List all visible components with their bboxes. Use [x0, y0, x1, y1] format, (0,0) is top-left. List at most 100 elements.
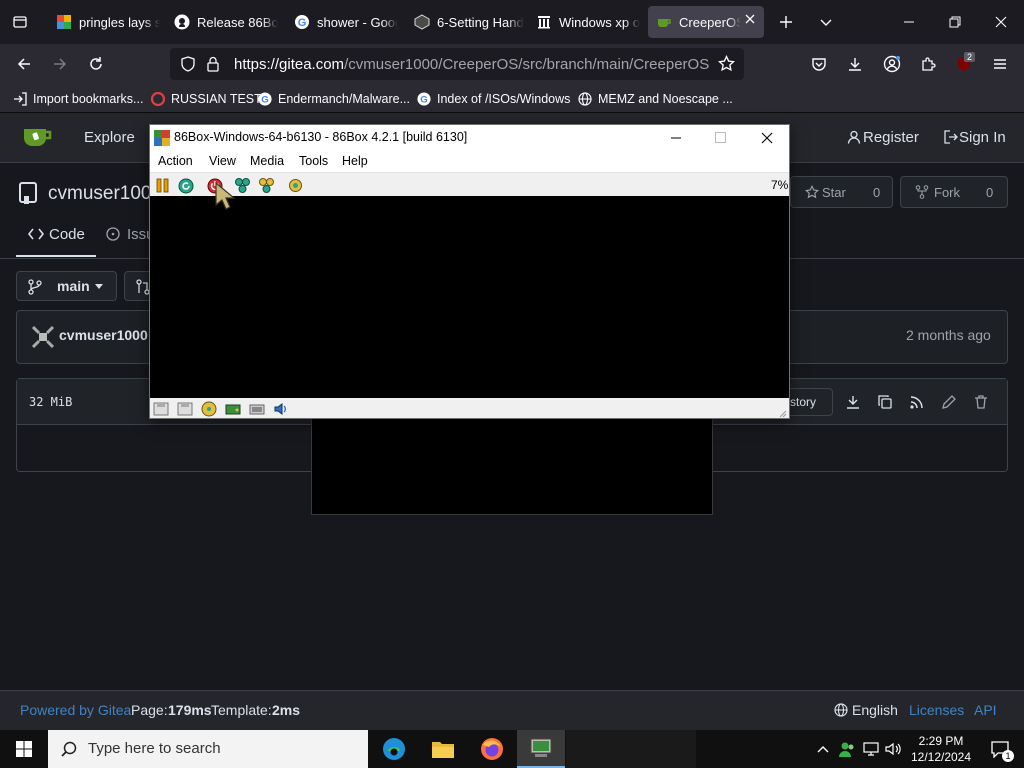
register-link[interactable]: Register — [863, 129, 919, 146]
show-hidden-icons-button[interactable] — [812, 730, 834, 768]
licenses-link[interactable]: Licenses — [909, 702, 964, 718]
taskbar-file-explorer[interactable] — [419, 730, 467, 768]
volume-tray-button[interactable] — [883, 730, 905, 768]
menu-view[interactable]: View — [209, 154, 236, 168]
sound-icon[interactable] — [272, 400, 289, 417]
api-link[interactable]: API — [974, 702, 997, 718]
network-icon[interactable] — [248, 400, 265, 417]
branch-name: main — [57, 278, 90, 294]
emulator-screen[interactable] — [150, 196, 789, 398]
network-tray-button[interactable] — [860, 730, 882, 768]
taskbar-search[interactable]: Type here to search — [48, 730, 368, 768]
clock[interactable]: 2:29 PM 12/12/2024 — [906, 730, 976, 768]
floppy-drive-2-icon[interactable] — [176, 400, 193, 417]
bookmark-endermanch[interactable]: G Endermanch/Malware... — [257, 90, 410, 108]
plus-icon — [780, 16, 792, 28]
cdrom-icon[interactable] — [200, 400, 217, 417]
menu-action[interactable]: Action — [158, 154, 193, 168]
taskbar-86box[interactable] — [517, 730, 565, 768]
close-window-button[interactable] — [978, 0, 1024, 44]
account-icon — [883, 55, 901, 73]
minimize-button[interactable] — [886, 0, 932, 44]
taskbar-firefox[interactable] — [468, 730, 516, 768]
arrow-right-icon — [54, 58, 67, 70]
close-icon[interactable] — [761, 132, 773, 144]
gitea-footer: Powered by Gitea Page: 179ms Template: 2… — [0, 690, 1024, 730]
ctrl-alt-esc-icon[interactable] — [258, 177, 275, 194]
restore-button[interactable] — [932, 0, 978, 44]
action-center-button[interactable]: 1 — [978, 730, 1022, 768]
puzzle-icon — [922, 57, 936, 71]
rss-icon[interactable] — [909, 394, 925, 410]
extensions-button[interactable] — [912, 48, 944, 80]
menu-tools[interactable]: Tools — [299, 154, 328, 168]
menu-media[interactable]: Media — [250, 154, 284, 168]
86box-window: 86Box-Windows-64-b6130 - 86Box 4.2.1 [bu… — [149, 124, 790, 419]
app-menu-button[interactable] — [984, 48, 1016, 80]
downloads-button[interactable] — [839, 48, 871, 80]
new-tab-button[interactable] — [770, 6, 802, 38]
tab-pringles[interactable]: pringles lays st — [48, 6, 160, 38]
close-tab-icon[interactable] — [744, 13, 756, 25]
lock-icon[interactable] — [206, 56, 220, 72]
trash-icon[interactable] — [973, 394, 989, 410]
tab-creeperos[interactable]: CreeperOS/ — [648, 6, 764, 38]
tray-user-icon-button[interactable] — [836, 730, 858, 768]
copy-icon[interactable] — [877, 394, 893, 410]
edit-pencil-icon[interactable] — [941, 394, 957, 410]
restore-icon — [949, 16, 961, 28]
branch-selector[interactable]: main — [16, 271, 117, 301]
language-selector[interactable]: English — [852, 702, 898, 718]
maximize-icon[interactable] — [715, 132, 726, 143]
tab-list-button[interactable] — [4, 6, 36, 38]
shield-icon[interactable] — [180, 56, 196, 72]
floppy-drive-icon[interactable] — [152, 400, 169, 417]
explore-link[interactable]: Explore — [84, 129, 135, 146]
86box-titlebar[interactable]: 86Box-Windows-64-b6130 - 86Box 4.2.1 [bu… — [150, 125, 789, 151]
sign-in-link[interactable]: Sign In — [959, 129, 1006, 146]
github-icon — [174, 14, 190, 30]
tab-title: Release 86Box — [197, 14, 278, 30]
bookmark-star-icon[interactable] — [718, 55, 735, 72]
menu-help[interactable]: Help — [342, 154, 368, 168]
star-button[interactable]: Star 0 — [790, 176, 893, 208]
minimize-icon — [904, 21, 914, 23]
url-text[interactable]: https://gitea.com/cvmuser1000/CreeperOS/… — [234, 56, 710, 73]
url-bar[interactable]: https://gitea.com/cvmuser1000/CreeperOS/… — [170, 48, 744, 80]
tab-windows-xp[interactable]: Windows xp o — [528, 6, 640, 38]
gitea-logo[interactable] — [22, 125, 54, 149]
commit-author[interactable]: cvmuser1000 — [59, 327, 148, 343]
start-button[interactable] — [0, 730, 48, 768]
pause-icon[interactable] — [154, 177, 171, 194]
bookmark-label: RUSSIAN TEST — [171, 92, 262, 106]
svg-text:G: G — [420, 95, 427, 106]
notification-count: 1 — [1002, 750, 1014, 762]
reload-button[interactable] — [80, 48, 112, 80]
settings-icon[interactable] — [287, 177, 304, 194]
bookmark-index-isos[interactable]: G Index of /ISOs/Windows — [416, 90, 570, 108]
resize-grip-icon[interactable] — [777, 408, 787, 418]
tab-shower-google[interactable]: G shower - Goog — [286, 6, 398, 38]
account-button[interactable] — [876, 48, 908, 80]
tab-code[interactable]: Code — [49, 226, 85, 243]
hard-disk-icon[interactable] — [224, 400, 241, 417]
tab-setting-hand[interactable]: 6-Setting Hand — [406, 6, 524, 38]
download-icon[interactable] — [845, 394, 861, 410]
list-all-tabs-button[interactable] — [810, 6, 842, 38]
taskbar-edge[interactable] — [370, 730, 418, 768]
ublock-button[interactable]: 2 — [948, 48, 980, 80]
repo-owner[interactable]: cvmuser1000 — [48, 183, 162, 205]
back-button[interactable] — [8, 48, 40, 80]
bookmark-import[interactable]: Import bookmarks... — [12, 90, 143, 108]
fork-icon — [915, 185, 929, 199]
bookmark-label: MEMZ and Noescape ... — [598, 92, 733, 106]
hard-reset-icon[interactable] — [177, 177, 194, 194]
bookmark-russian-test[interactable]: RUSSIAN TEST — [150, 90, 262, 108]
minimize-icon[interactable] — [670, 133, 682, 143]
pocket-button[interactable] — [803, 48, 835, 80]
forward-button[interactable] — [44, 48, 76, 80]
powered-by-link[interactable]: Powered by Gitea — [20, 702, 131, 718]
bookmark-memz[interactable]: MEMZ and Noescape ... — [577, 90, 733, 108]
tab-release-86box[interactable]: Release 86Box — [166, 6, 278, 38]
fork-button[interactable]: Fork 0 — [900, 176, 1008, 208]
